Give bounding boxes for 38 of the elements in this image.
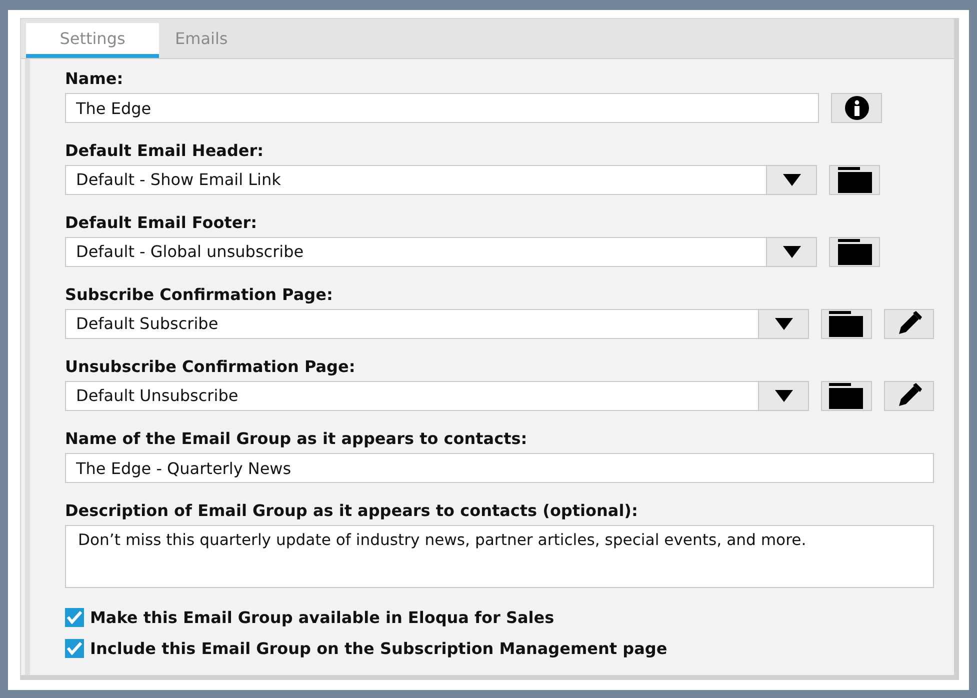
field-label: Unsubscribe Confirmation Page: — [65, 357, 356, 377]
edit-button[interactable] — [884, 309, 934, 339]
browse-button[interactable] — [829, 165, 880, 195]
dropdown-arrow-button[interactable] — [766, 166, 816, 194]
text-field[interactable]: The Edge - Quarterly News — [65, 453, 934, 483]
dropdown[interactable]: Default - Global unsubscribe — [65, 237, 817, 267]
edit-button[interactable] — [884, 381, 934, 411]
dropdown[interactable]: Default Subscribe — [65, 309, 810, 339]
checkbox-label: Include this Email Group on the Subscription Management page — [90, 639, 668, 658]
field-label: Default Email Header: — [65, 141, 265, 161]
folder-icon — [836, 239, 872, 265]
dropdown-arrow-button[interactable] — [766, 238, 816, 266]
info-icon — [844, 95, 870, 121]
field-label: Subscribe Confirmation Page: — [65, 285, 334, 305]
caret-icon — [774, 318, 793, 330]
browse-button[interactable] — [829, 237, 880, 267]
description-field[interactable]: Don’t miss this quarterly update of industry news, partner articles, special events, and more. — [65, 525, 934, 588]
field-label: Name of the Email Group as it appears to contacts: — [65, 429, 528, 449]
text-field[interactable]: The Edge — [65, 93, 819, 123]
field-label: Default Email Footer: — [65, 213, 258, 233]
folder-icon — [836, 167, 872, 193]
field-label: Description of Email Group as it appears to contacts (optional): — [65, 501, 639, 521]
field-label: Name: — [65, 69, 124, 89]
checkbox[interactable] — [65, 639, 84, 658]
caret-icon — [782, 246, 800, 258]
info-button[interactable] — [831, 93, 882, 123]
browse-button[interactable] — [821, 309, 872, 339]
checkbox[interactable] — [65, 608, 84, 627]
caret-icon — [782, 174, 800, 186]
folder-icon — [828, 383, 864, 409]
dropdown[interactable]: Default - Show Email Link — [65, 165, 817, 195]
caret-icon — [774, 390, 793, 402]
browse-button[interactable] — [821, 381, 872, 411]
folder-icon — [828, 311, 864, 337]
dropdown-arrow-button[interactable] — [758, 382, 808, 410]
dropdown-arrow-button[interactable] — [758, 310, 808, 338]
checkbox-label: Make this Email Group available in Eloqua for Sales — [90, 608, 554, 627]
dropdown[interactable]: Default Unsubscribe — [65, 381, 810, 411]
